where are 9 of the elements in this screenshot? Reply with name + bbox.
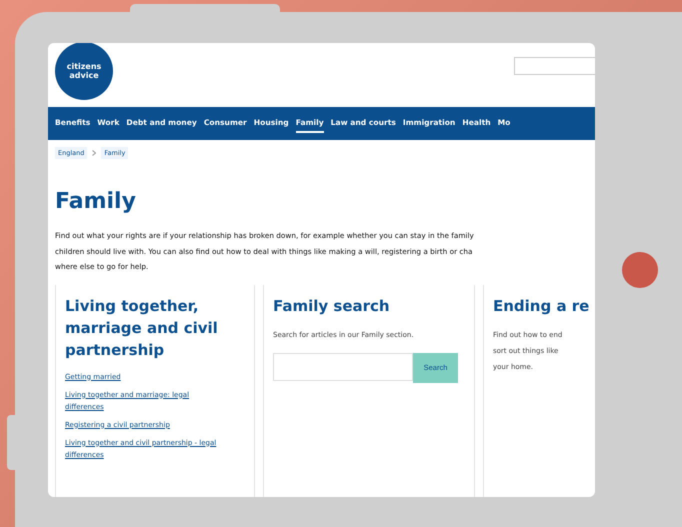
section-heading: Family search	[273, 296, 391, 316]
section-heading: Living together, marriage and civil partnership	[65, 296, 219, 360]
separator-icon	[92, 150, 96, 156]
home-button[interactable]	[622, 252, 658, 288]
page-title: Family	[55, 189, 137, 214]
logo[interactable]: citizens advice	[55, 43, 113, 100]
search-field[interactable]	[514, 57, 595, 75]
search-field[interactable]	[273, 352, 413, 380]
section-heading: Ending a re	[493, 296, 590, 316]
